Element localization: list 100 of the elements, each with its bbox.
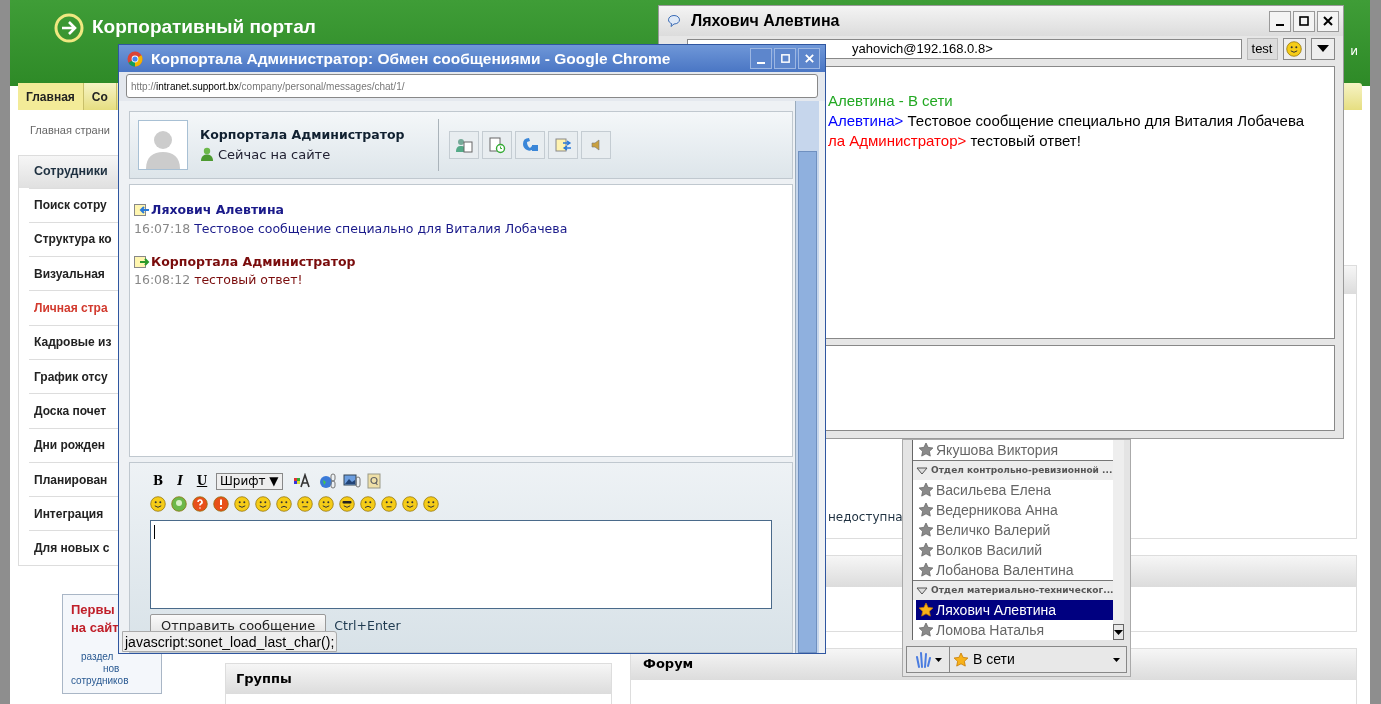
link-icon[interactable]: [318, 473, 337, 489]
maximize-icon: [779, 53, 791, 64]
group-header[interactable]: Отдел материально-техническог...: [913, 580, 1114, 600]
outgoing-message-icon: [134, 255, 150, 268]
message-time: 16:08:12: [134, 271, 191, 290]
group-name: Отдел контрольно-ревизионной ...: [931, 463, 1113, 477]
triangle-icon[interactable]: [916, 466, 928, 475]
nav-tab[interactable]: Главная: [18, 83, 84, 110]
font-select[interactable]: Шрифт ▼: [216, 472, 283, 490]
sidebar-item[interactable]: Дни рожден: [34, 436, 106, 455]
format-button[interactable]: U: [194, 472, 210, 490]
image-icon[interactable]: [342, 473, 361, 489]
star-icon: [918, 602, 934, 618]
scrollbar-thumb[interactable]: [798, 151, 817, 653]
window-title: Ляхович Алевтина: [691, 11, 840, 31]
sidebar-item[interactable]: Для новых с: [34, 539, 110, 558]
message-time: 16:07:18: [134, 219, 191, 238]
quote-icon[interactable]: [366, 473, 381, 489]
banner-link[interactable]: раздел: [81, 650, 114, 663]
history-icon: [488, 136, 506, 154]
address-bar[interactable]: http://intranet.support.bx/company/personal/messages/chat/1/: [126, 74, 818, 98]
text-color-icon[interactable]: [292, 473, 313, 489]
close-icon: [803, 53, 815, 64]
caret-icon: [1114, 629, 1124, 635]
contact-item[interactable]: Лобанова Валентина: [916, 560, 1114, 580]
close-button[interactable]: [1317, 10, 1339, 32]
dropdown-button[interactable]: [1311, 38, 1335, 60]
exclamation-icon[interactable]: [213, 496, 229, 512]
message-text: тестовый ответ!: [194, 271, 303, 290]
user-card-button[interactable]: [449, 131, 479, 159]
banner-title: Первы: [71, 600, 115, 619]
message-author: Корпортала Администратор: [151, 252, 356, 271]
arrow-circle-icon: [54, 13, 84, 43]
log-line: Алевтина - В сети: [828, 91, 953, 111]
contact-item[interactable]: Ляхович Алевтина: [916, 600, 1114, 620]
video-call-button[interactable]: [515, 131, 545, 159]
user-card-icon: [455, 136, 473, 154]
contact-item[interactable]: Ломова Наталья: [916, 620, 1114, 640]
sidebar-item[interactable]: Интеграция: [34, 504, 104, 523]
lightbulb-icon[interactable]: [171, 496, 187, 512]
scroll-down-button[interactable]: [1113, 624, 1125, 640]
contact-item[interactable]: Якушова Виктория: [916, 440, 1114, 460]
account-button[interactable]: test: [1246, 38, 1278, 60]
group-header[interactable]: Отдел контрольно-ревизионной ...: [913, 460, 1114, 480]
sidebar-item[interactable]: Структура ко: [34, 230, 112, 249]
log-line: ла Администратор> тестовый ответ!: [828, 131, 1081, 151]
star-icon: [918, 502, 934, 518]
banner-link[interactable]: сотрудников: [71, 674, 129, 687]
maximize-icon: [1298, 15, 1310, 27]
star-icon: [918, 542, 934, 558]
minimize-icon: [757, 61, 765, 64]
sidebar-item[interactable]: Кадровые из: [34, 333, 112, 352]
portal-title: Корпоративный портал: [92, 15, 316, 39]
sidebar-item[interactable]: Доска почет: [34, 401, 107, 420]
status-tooltip: javascript:sonet_load_last_char();: [122, 631, 338, 652]
caret-icon: [1317, 45, 1330, 53]
format-button[interactable]: B: [150, 472, 166, 490]
contact-item[interactable]: Ведерникова Анна: [916, 500, 1114, 520]
smiley-icon[interactable]: [339, 496, 355, 512]
banner-title: на сайт: [71, 618, 119, 637]
contact-item[interactable]: Волков Василий: [916, 540, 1114, 560]
message-input[interactable]: [150, 520, 772, 609]
format-button[interactable]: I: [172, 472, 188, 490]
triangle-icon[interactable]: [916, 586, 928, 595]
video-call-icon: [521, 136, 539, 154]
smiley-icon[interactable]: [360, 496, 376, 512]
history-button[interactable]: [482, 131, 512, 159]
sidebar-item[interactable]: График отсу: [34, 367, 108, 386]
header-text: и: [1350, 43, 1358, 60]
log-line: Алевтина> Тестовое сообщение специально для Виталия Лобачева: [828, 111, 1305, 131]
incoming-message-icon: [134, 204, 150, 217]
banner-link[interactable]: нов: [103, 662, 120, 675]
window-title: Корпортала Администратор: Обмен сообщениями - Google Chrome: [151, 48, 671, 69]
contact-item[interactable]: Васильева Елена: [916, 480, 1114, 500]
nav-tab[interactable]: Со: [83, 83, 117, 110]
smiley-icon[interactable]: [276, 496, 292, 512]
star-icon: [918, 482, 934, 498]
transfer-icon: [554, 136, 572, 154]
sidebar-item[interactable]: Визуальная: [34, 264, 105, 283]
chat-bubble-icon: [667, 14, 681, 28]
maximize-button[interactable]: [1293, 10, 1315, 32]
sidebar-item[interactable]: Планирован: [34, 470, 108, 489]
message-author: Ляхович Алевтина: [151, 201, 284, 219]
group-name: Отдел материально-техническог...: [931, 583, 1114, 597]
transfer-button[interactable]: [548, 131, 578, 159]
status-text: недоступна: [828, 508, 903, 526]
contact-name: Корпортала Администратор: [200, 125, 406, 144]
question-icon[interactable]: [192, 496, 208, 512]
sidebar-item[interactable]: Личная стра: [34, 299, 108, 318]
panel-title: Группы: [226, 663, 611, 694]
sidebar-title: Сотрудники: [34, 163, 108, 181]
star-icon: [918, 562, 934, 578]
contact-item[interactable]: Величко Валерий: [916, 520, 1114, 540]
sidebar-item[interactable]: Поиск сотру: [34, 196, 107, 215]
online-status: Сейчас на сайте: [218, 145, 331, 164]
minimize-button[interactable]: [1269, 10, 1291, 32]
minimize-icon: [1276, 24, 1284, 26]
message-text: Тестовое сообщение специально для Виталия Лобачева: [194, 219, 568, 238]
browser-logo-icon: [127, 50, 143, 67]
star-icon: [918, 522, 934, 538]
